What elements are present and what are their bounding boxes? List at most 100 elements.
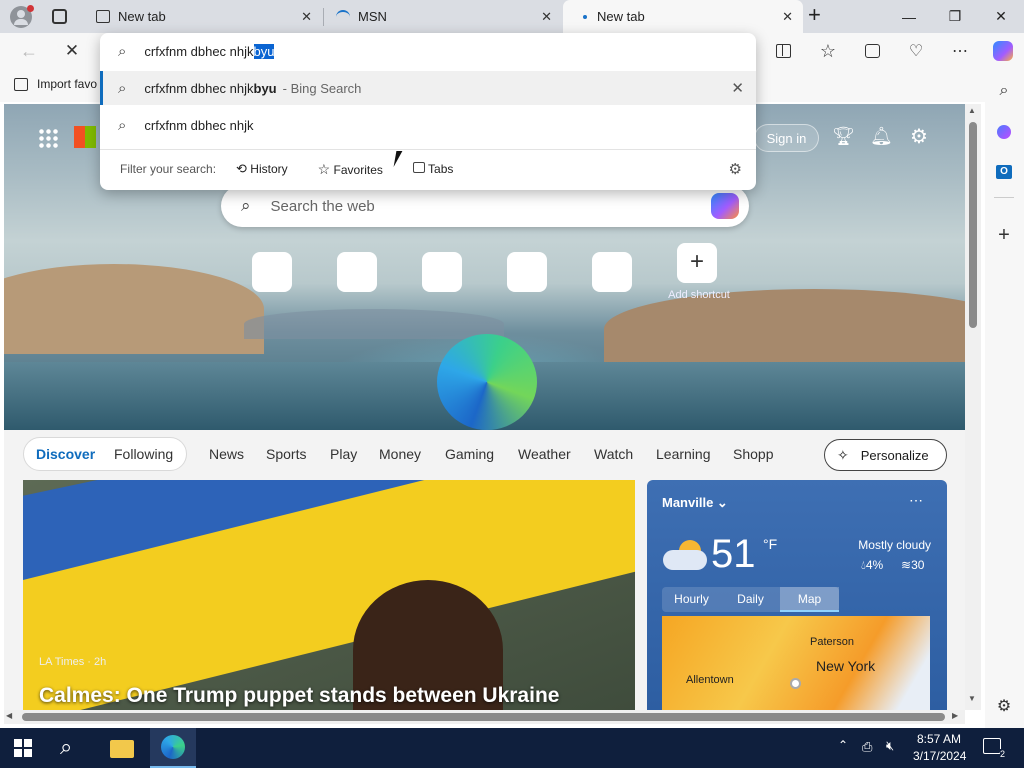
remove-suggestion-icon[interactable]: ✕ — [731, 79, 744, 97]
history-icon: ⟲ — [236, 161, 247, 176]
close-tab-icon[interactable]: ✕ — [541, 9, 552, 25]
filter-label: Filter your search: — [120, 162, 217, 176]
tab-msn[interactable]: MSN ✕ — [324, 0, 562, 33]
personalize-label: Personalize — [860, 447, 929, 463]
notifications-bell-icon[interactable]: 🔔︎ — [870, 126, 893, 147]
collections-icon[interactable] — [857, 36, 887, 66]
search-sidebar-icon[interactable]: ⌕ — [989, 76, 1019, 106]
feed-tab-money[interactable]: Money — [379, 437, 421, 471]
sign-in-button[interactable]: Sign in — [754, 124, 819, 152]
title-bar: New tab ✕ MSN ✕ New tab ✕ + — ❐ ✕ — [0, 0, 1024, 33]
more-options-icon[interactable]: ⋯ — [909, 492, 923, 509]
browser-essentials-icon[interactable]: ♡ — [901, 36, 931, 66]
apps-launcher-icon[interactable] — [38, 128, 58, 148]
weather-tab-daily[interactable]: Daily — [721, 587, 780, 612]
back-button[interactable]: ← — [14, 36, 44, 66]
shortcut-tile[interactable] — [252, 252, 292, 292]
filter-settings-icon[interactable]: ⚙ — [729, 160, 742, 178]
filter-tabs[interactable]: Tabs — [412, 162, 453, 176]
close-tab-icon[interactable]: ✕ — [782, 9, 793, 25]
suggestion-text: crfxfnm dbhec nhjk — [144, 117, 254, 133]
new-tab-button[interactable]: + — [808, 4, 830, 28]
rewards-icon[interactable]: 🏆︎ — [832, 126, 855, 147]
feed-tab-watch[interactable]: Watch — [594, 437, 633, 471]
copilot-icon[interactable] — [988, 36, 1018, 66]
close-tab-icon[interactable]: ✕ — [301, 9, 312, 25]
feed-tab-news[interactable]: News — [209, 437, 244, 471]
shortcut-tile[interactable] — [337, 252, 377, 292]
suggestion-item[interactable]: ⌕ crfxfnm dbhec nhjk byu - Bing Search ✕ — [100, 71, 756, 105]
scrollbar-thumb[interactable] — [969, 122, 977, 328]
feed-tab-following[interactable]: Following — [114, 437, 173, 471]
cloudy-icon — [663, 540, 707, 570]
import-favorites-link[interactable]: Import favo — [14, 77, 97, 91]
tab-new-tab-1[interactable]: New tab ✕ — [84, 0, 322, 33]
selected-completion: byu — [253, 43, 275, 59]
copilot-search-icon[interactable] — [711, 193, 739, 219]
restore-button[interactable]: ❐ — [932, 0, 978, 33]
weather-tab-hourly[interactable]: Hourly — [662, 587, 721, 612]
filter-history[interactable]: ⟲ History — [236, 161, 288, 177]
suggestion-item[interactable]: ⌕ crfxfnm dbhec nhjk — [100, 107, 756, 143]
file-explorer-icon[interactable] — [110, 740, 134, 758]
personalize-button[interactable]: ✧ Personalize — [824, 439, 947, 471]
notification-center-icon[interactable]: 2 — [983, 738, 1005, 759]
feed-tab-learning[interactable]: Learning — [656, 437, 711, 471]
scrollbar-thumb[interactable] — [22, 713, 945, 721]
show-hidden-icons[interactable]: ⌃ — [838, 738, 848, 752]
add-sidebar-app-icon[interactable]: + — [989, 220, 1019, 250]
shortcut-tile[interactable] — [592, 252, 632, 292]
feed-tab-play[interactable]: Play — [330, 437, 357, 471]
volume-icon[interactable]: 🔇︎ — [886, 738, 894, 754]
stop-loading-button[interactable]: ✕ — [57, 36, 87, 66]
outlook-icon[interactable]: O — [989, 157, 1019, 187]
more-menu-icon[interactable]: ⋯ — [945, 36, 975, 66]
filter-favorites[interactable]: ☆ Favorites — [318, 161, 383, 178]
loading-icon — [583, 14, 587, 19]
feed-tab-gaming[interactable]: Gaming — [445, 437, 494, 471]
clock-date[interactable]: 3/17/2024 — [913, 749, 966, 763]
feed-tab-shopping[interactable]: Shopp — [733, 437, 773, 471]
close-window-button[interactable]: ✕ — [978, 0, 1024, 33]
profile-icon[interactable] — [10, 5, 34, 28]
tab-actions-icon[interactable] — [52, 9, 67, 24]
feed-tab-weather[interactable]: Weather — [518, 437, 571, 471]
import-label: Import favo — [37, 77, 98, 91]
edge-taskbar-icon[interactable] — [150, 728, 196, 768]
address-bar-input[interactable]: ⌕ crfxfnm dbhec nhjk byu — [100, 33, 756, 69]
feed-tab-discover[interactable]: Discover — [36, 437, 95, 471]
article-card[interactable]: LA Times · 2h Calmes: One Trump puppet s… — [23, 480, 635, 710]
search-taskbar-icon[interactable]: ⌕ — [60, 734, 72, 760]
page-settings-icon[interactable]: ⚙ — [910, 124, 928, 149]
suggestion-bold-text: byu — [253, 80, 277, 96]
search-icon: ⌕ — [118, 42, 127, 60]
weather-tab-map[interactable]: Map — [780, 587, 839, 612]
weather-location[interactable]: Manville ⌄ — [662, 495, 728, 511]
sign-in-label: Sign in — [766, 130, 807, 146]
article-headline[interactable]: Calmes: One Trump puppet stands between … — [39, 684, 559, 708]
vertical-scrollbar[interactable]: ▲ ▼ — [965, 104, 981, 710]
tab-new-tab-active[interactable]: New tab ✕ — [563, 0, 803, 33]
sidebar-settings-icon[interactable]: ⚙ — [989, 691, 1019, 721]
weather-map[interactable]: Paterson New York Allentown — [662, 616, 930, 710]
add-shortcut-button[interactable]: + — [677, 243, 717, 283]
split-screen-icon[interactable] — [768, 36, 798, 66]
microsoft-logo — [74, 126, 96, 148]
network-icon[interactable]: ⎙ — [862, 739, 872, 755]
newtab-icon — [96, 10, 110, 23]
weather-condition: Mostly cloudy — [858, 538, 931, 552]
horizontal-scrollbar[interactable]: ◀ ▶ — [4, 710, 965, 724]
clock-time[interactable]: 8:57 AM — [917, 732, 961, 746]
shortcut-tile[interactable] — [422, 252, 462, 292]
web-search-box[interactable]: ⌕ Search the web — [221, 185, 749, 227]
edge-logo-icon — [437, 334, 537, 430]
msn-icon — [336, 9, 350, 24]
feed-tab-sports[interactable]: Sports — [266, 437, 306, 471]
star-icon: ☆ — [317, 160, 331, 177]
favorites-star-icon[interactable]: ☆ — [813, 36, 843, 66]
start-button[interactable] — [14, 739, 32, 757]
minimize-button[interactable]: — — [886, 0, 932, 33]
weather-card[interactable]: Manville ⌄ ⋯ 51 °F Mostly cloudy 💧︎4% ≋3… — [647, 480, 947, 710]
shortcut-tile[interactable] — [507, 252, 547, 292]
copilot-sidebar-icon[interactable] — [989, 117, 1019, 147]
